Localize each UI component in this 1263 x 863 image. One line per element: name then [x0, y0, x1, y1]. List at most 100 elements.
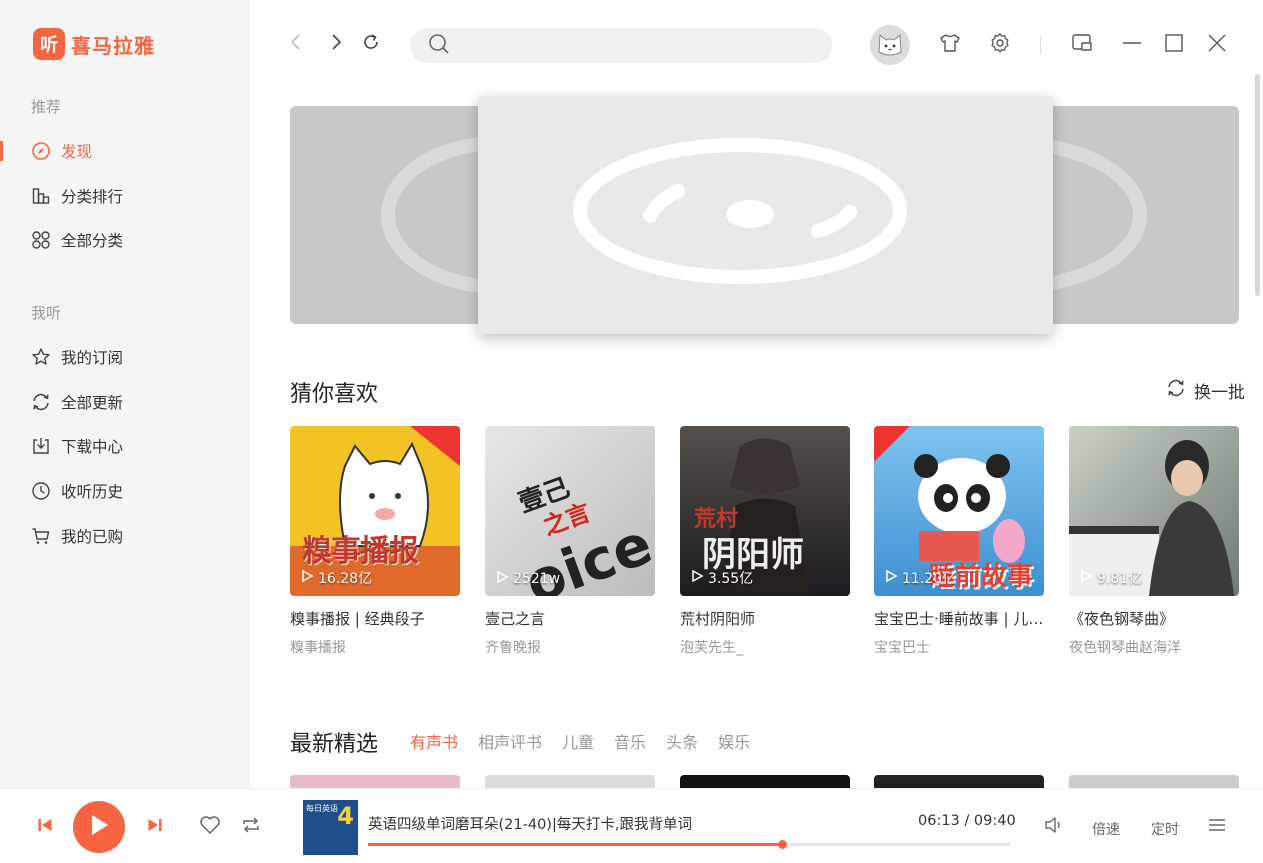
play-count: 2521w: [495, 570, 560, 588]
sidebar-item-label: 发现: [61, 143, 93, 161]
tab-crosstalk[interactable]: 相声评书: [478, 729, 542, 753]
progress-knob[interactable]: [778, 840, 788, 849]
app-logo[interactable]: 听 喜马拉雅: [33, 28, 155, 60]
album-cover-peek[interactable]: [680, 775, 850, 789]
thumb-number: 4: [337, 802, 354, 830]
sidebar-item-downloads[interactable]: 下载中心: [0, 428, 250, 464]
sidebar-item-label: 收听历史: [61, 483, 124, 501]
album-cover[interactable]: 睡前故事 11.20亿: [874, 426, 1044, 596]
grid-icon: [31, 230, 51, 250]
album-author[interactable]: 夜色钢琴曲赵海洋: [1069, 637, 1239, 657]
album-card[interactable]: 壹己 之言 oice 2521w 壹己之言 齐鲁晚报: [485, 426, 655, 657]
sidebar-item-subscriptions[interactable]: 我的订阅: [0, 339, 250, 375]
playlist-button[interactable]: [1207, 817, 1227, 837]
back-button[interactable]: [284, 32, 308, 56]
tab-music[interactable]: 音乐: [614, 729, 646, 753]
refresh-icon: [1166, 378, 1186, 403]
avatar[interactable]: [870, 25, 910, 65]
album-card[interactable]: 荒村 阴阳师 3.55亿 荒村阴阳师 泡芙先生_: [680, 426, 850, 657]
sleep-timer-button[interactable]: 定时: [1151, 819, 1179, 839]
album-card[interactable]: 睡前故事 11.20亿 宝宝巴士·睡前故事 | 儿童故事 宝宝巴士: [874, 426, 1044, 657]
reload-button[interactable]: [359, 32, 383, 56]
next-button[interactable]: [146, 818, 164, 836]
album-cover[interactable]: 荒村 阴阳师 3.55亿: [680, 426, 850, 596]
play-icon: [1079, 569, 1097, 587]
close-icon: [1206, 32, 1228, 58]
content-scrollbar[interactable]: [1255, 74, 1260, 296]
play-count: 11.20亿: [884, 568, 956, 588]
toolbar-divider: [1040, 36, 1041, 54]
album-card[interactable]: 9.81亿 《夜色钢琴曲》 夜色钢琴曲赵海洋: [1069, 426, 1239, 657]
loop-mode-button[interactable]: [240, 816, 262, 838]
play-button[interactable]: [73, 801, 125, 853]
banner-slide-current[interactable]: [478, 96, 1053, 334]
album-author[interactable]: 泡芙先生_: [680, 637, 850, 657]
sidebar-item-label: 分类排行: [61, 188, 124, 206]
thumb-text: 每日英语: [306, 804, 338, 813]
track-title[interactable]: 英语四级单词磨耳朵(21-40)|每天打卡,跟我背单词: [368, 813, 692, 834]
album-author[interactable]: 齐鲁晚报: [485, 637, 655, 657]
sidebar-item-history[interactable]: 收听历史: [0, 473, 250, 509]
album-title[interactable]: 荒村阴阳师: [680, 608, 850, 629]
album-cover[interactable]: 糗事播报 16.28亿: [290, 426, 460, 596]
sidebar-item-ranking[interactable]: 分类排行: [0, 178, 250, 214]
album-title[interactable]: 壹己之言: [485, 608, 655, 629]
progress-bar[interactable]: [368, 840, 1010, 849]
play-icon: [88, 813, 110, 841]
sidebar-item-updates[interactable]: 全部更新: [0, 384, 250, 420]
close-button[interactable]: [1205, 33, 1229, 57]
latest-section-title: 最新精选: [290, 732, 379, 757]
minimize-button[interactable]: [1120, 33, 1144, 57]
mini-mode-button[interactable]: [1070, 33, 1094, 57]
search-box[interactable]: [410, 28, 832, 63]
tab-entertainment[interactable]: 娱乐: [718, 729, 750, 753]
sidebar-item-purchased[interactable]: 我的已购: [0, 518, 250, 554]
album-title[interactable]: 《夜色钢琴曲》: [1069, 608, 1239, 629]
album-author[interactable]: 宝宝巴士: [874, 637, 1044, 657]
track-thumbnail[interactable]: 每日英语 4: [303, 800, 358, 855]
play-count-value: 9.81亿: [1097, 571, 1143, 587]
favorite-button[interactable]: [199, 816, 221, 838]
play-icon: [884, 569, 902, 587]
guess-section-title: 猜你喜欢: [290, 382, 379, 407]
album-cover[interactable]: 9.81亿: [1069, 426, 1239, 596]
skin-button[interactable]: [938, 33, 962, 57]
album-cover-peek[interactable]: [290, 775, 460, 789]
settings-button[interactable]: [988, 33, 1012, 57]
cart-icon: [31, 526, 51, 546]
album-cover-peek[interactable]: [1069, 775, 1239, 789]
album-cover[interactable]: 壹己 之言 oice 2521w: [485, 426, 655, 596]
play-icon: [495, 570, 513, 588]
album-cover-peek[interactable]: [874, 775, 1044, 789]
album-title[interactable]: 宝宝巴士·睡前故事 | 儿童故事: [874, 608, 1044, 629]
svg-text:荒村: 荒村: [694, 506, 738, 532]
gear-icon: [989, 32, 1011, 58]
previous-button[interactable]: [36, 818, 54, 836]
album-cover-peek[interactable]: [485, 775, 655, 789]
refresh-batch-button[interactable]: 换一批: [1158, 378, 1245, 403]
cover-title-text: 糗事播报: [302, 534, 419, 569]
clock-icon: [31, 481, 51, 501]
album-author[interactable]: 糗事播报: [290, 637, 460, 657]
maximize-icon: [1163, 32, 1185, 58]
tab-children[interactable]: 儿童: [562, 729, 594, 753]
mini-player-icon: [1071, 32, 1093, 58]
search-input[interactable]: [458, 37, 818, 54]
sidebar-item-categories[interactable]: 全部分类: [0, 222, 250, 258]
album-title[interactable]: 糗事播报 | 经典段子: [290, 608, 460, 629]
cat-avatar-icon: [873, 26, 907, 64]
maximize-button[interactable]: [1162, 33, 1186, 57]
play-count-value: 3.55亿: [708, 571, 754, 587]
forward-button[interactable]: [324, 32, 348, 56]
tab-headlines[interactable]: 头条: [666, 729, 698, 753]
speed-button[interactable]: 倍速: [1092, 819, 1120, 839]
volume-button[interactable]: [1043, 817, 1063, 837]
album-card[interactable]: 糗事播报 16.28亿 糗事播报 | 经典段子 糗事播报: [290, 426, 460, 657]
minimize-icon: [1121, 32, 1143, 58]
sidebar-item-label: 下载中心: [61, 438, 124, 456]
sidebar-item-discover[interactable]: 发现: [0, 133, 250, 169]
chevron-right-icon: [329, 32, 343, 56]
tshirt-icon: [939, 32, 961, 58]
play-count: 3.55亿: [690, 568, 753, 588]
tab-audiobook[interactable]: 有声书: [410, 729, 458, 753]
